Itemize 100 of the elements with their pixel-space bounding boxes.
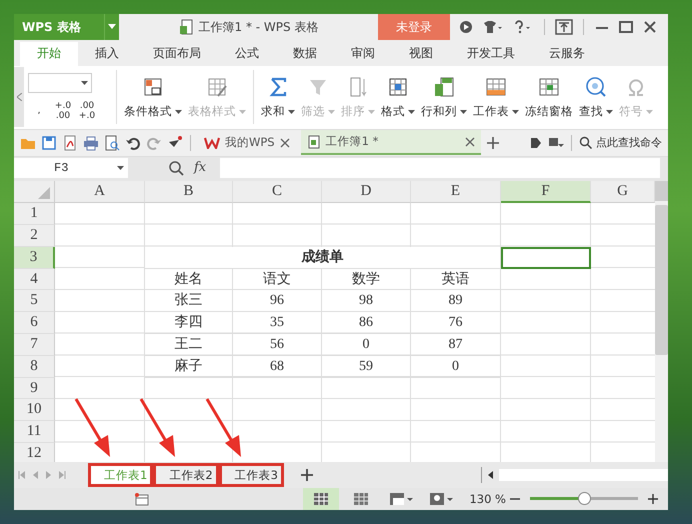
- normal-view-button[interactable]: [303, 488, 340, 510]
- row-header[interactable]: 10: [14, 399, 55, 422]
- menu-tab[interactable]: 开发工具: [450, 42, 532, 66]
- save-icon[interactable]: [41, 134, 57, 151]
- column-header[interactable]: E: [411, 181, 501, 204]
- document-tab[interactable]: 工作簿1 *: [300, 130, 481, 156]
- tag-icon[interactable]: [529, 136, 543, 150]
- ribbon-button[interactable]: 工作表: [470, 76, 522, 119]
- document-icon: [306, 134, 321, 149]
- table-cell: 英语: [411, 268, 501, 290]
- menu-tab[interactable]: 数据: [276, 42, 334, 66]
- table-title: 成绩单: [145, 246, 501, 269]
- zoom-in-icon[interactable]: [648, 494, 658, 504]
- formula-input[interactable]: [220, 158, 660, 178]
- column-header[interactable]: B: [145, 181, 233, 204]
- active-cell[interactable]: [501, 246, 591, 269]
- table-cell: 姓名: [145, 268, 233, 290]
- conditional-format-icon: [142, 76, 164, 98]
- freeze-panes-icon: [538, 76, 560, 98]
- number-format-button[interactable]: +.0 .00: [52, 101, 74, 122]
- table-cell: 35: [233, 312, 322, 334]
- maximize-icon[interactable]: [618, 19, 634, 35]
- table-cell: 李四: [145, 312, 233, 334]
- ribbon-button[interactable]: 冻结窗格: [522, 76, 576, 119]
- table-cell: 59: [322, 356, 411, 378]
- row-header[interactable]: 6: [14, 312, 55, 334]
- menu-tab[interactable]: 审阅: [334, 42, 392, 66]
- menu-tab[interactable]: 视图: [392, 42, 450, 66]
- sigma-icon: [267, 76, 289, 98]
- ribbon-button[interactable]: 查找: [576, 76, 616, 119]
- rows-columns-icon: [433, 76, 455, 98]
- table-cell: 76: [411, 312, 501, 334]
- layout-icon: [389, 492, 414, 506]
- close-icon[interactable]: [280, 138, 290, 148]
- plus-icon[interactable]: [486, 136, 500, 150]
- zoom-formula-icon[interactable]: [168, 160, 184, 176]
- pdf-icon[interactable]: [62, 134, 78, 151]
- row-header[interactable]: 11: [14, 421, 55, 443]
- ribbon-button[interactable]: 求和: [258, 76, 298, 119]
- restore-view-icon[interactable]: [555, 19, 573, 35]
- horizontal-scrollbar[interactable]: [481, 467, 668, 484]
- close-icon[interactable]: [642, 19, 658, 35]
- table-cell: 89: [411, 290, 501, 312]
- document-icon: [178, 19, 193, 35]
- row-header[interactable]: 4: [14, 268, 55, 290]
- zoom-thumb[interactable]: [578, 492, 591, 506]
- cell-format-icon: [387, 76, 409, 98]
- menu-tab[interactable]: 公式: [218, 42, 276, 66]
- row-header[interactable]: 7: [14, 334, 55, 356]
- document-tab[interactable]: 我的WPS: [198, 130, 296, 156]
- lamp-icon: [429, 492, 454, 506]
- row-header[interactable]: 8: [14, 356, 55, 378]
- ribbon-button[interactable]: 行和列: [418, 76, 470, 119]
- number-format-button[interactable]: ,: [28, 101, 50, 122]
- table-cell: 86: [322, 312, 411, 334]
- ribbon-button[interactable]: 格式: [378, 76, 418, 119]
- row-header[interactable]: 12: [14, 443, 55, 462]
- table-cell: 语文: [233, 268, 322, 290]
- worksheet-icon: [485, 76, 507, 98]
- print-icon[interactable]: [83, 134, 99, 151]
- page-grid-icon: [353, 492, 370, 506]
- table-cell: 56: [233, 334, 322, 356]
- column-header[interactable]: C: [233, 181, 322, 204]
- column-header[interactable]: D: [322, 181, 411, 204]
- row-header[interactable]: 1: [14, 203, 55, 226]
- column-header[interactable]: F: [501, 181, 591, 204]
- close-icon[interactable]: [464, 136, 475, 147]
- sheet-tab[interactable]: 工作表3: [220, 465, 282, 486]
- add-sheet-icon[interactable]: [300, 468, 314, 482]
- name-box[interactable]: F3: [14, 158, 128, 178]
- menu-tab[interactable]: 开始: [20, 42, 78, 66]
- grid-view-icon: [313, 492, 330, 506]
- zoom-level: 130 %: [469, 492, 506, 506]
- menu-tab[interactable]: 页面布局: [136, 42, 218, 66]
- row-header[interactable]: 5: [14, 290, 55, 312]
- document-tab-label: 工作簿1 *: [326, 134, 380, 150]
- row-header[interactable]: 2: [14, 225, 55, 247]
- shirt-icon[interactable]: [482, 19, 504, 35]
- caret-icon: [117, 166, 124, 170]
- calendar-icon[interactable]: [134, 492, 150, 506]
- scroll-left-icon[interactable]: [488, 471, 493, 480]
- column-header[interactable]: G: [591, 181, 655, 204]
- function-button[interactable]: fx: [194, 160, 206, 176]
- w-logo-icon: [204, 136, 220, 149]
- menu-tab[interactable]: 云服务: [532, 42, 602, 66]
- row-header[interactable]: 9: [14, 378, 55, 400]
- menu-tab[interactable]: 插入: [78, 42, 136, 66]
- column-header[interactable]: A: [55, 181, 145, 204]
- number-format-button[interactable]: .00 +.0: [76, 101, 98, 122]
- table-cell: 68: [233, 356, 322, 378]
- flag-icon[interactable]: [548, 136, 564, 150]
- preview-icon[interactable]: [104, 134, 120, 151]
- sheet-tab[interactable]: 工作表2: [155, 465, 217, 486]
- table-cell: 98: [322, 290, 411, 312]
- caret-icon: [81, 81, 88, 86]
- table-cell: 麻子: [145, 356, 233, 378]
- caret-icon[interactable]: [108, 24, 116, 29]
- ribbon-button[interactable]: 条件格式: [121, 76, 185, 119]
- row-header[interactable]: 3: [14, 246, 55, 269]
- command-search-field[interactable]: 点此查找命令: [579, 135, 662, 150]
